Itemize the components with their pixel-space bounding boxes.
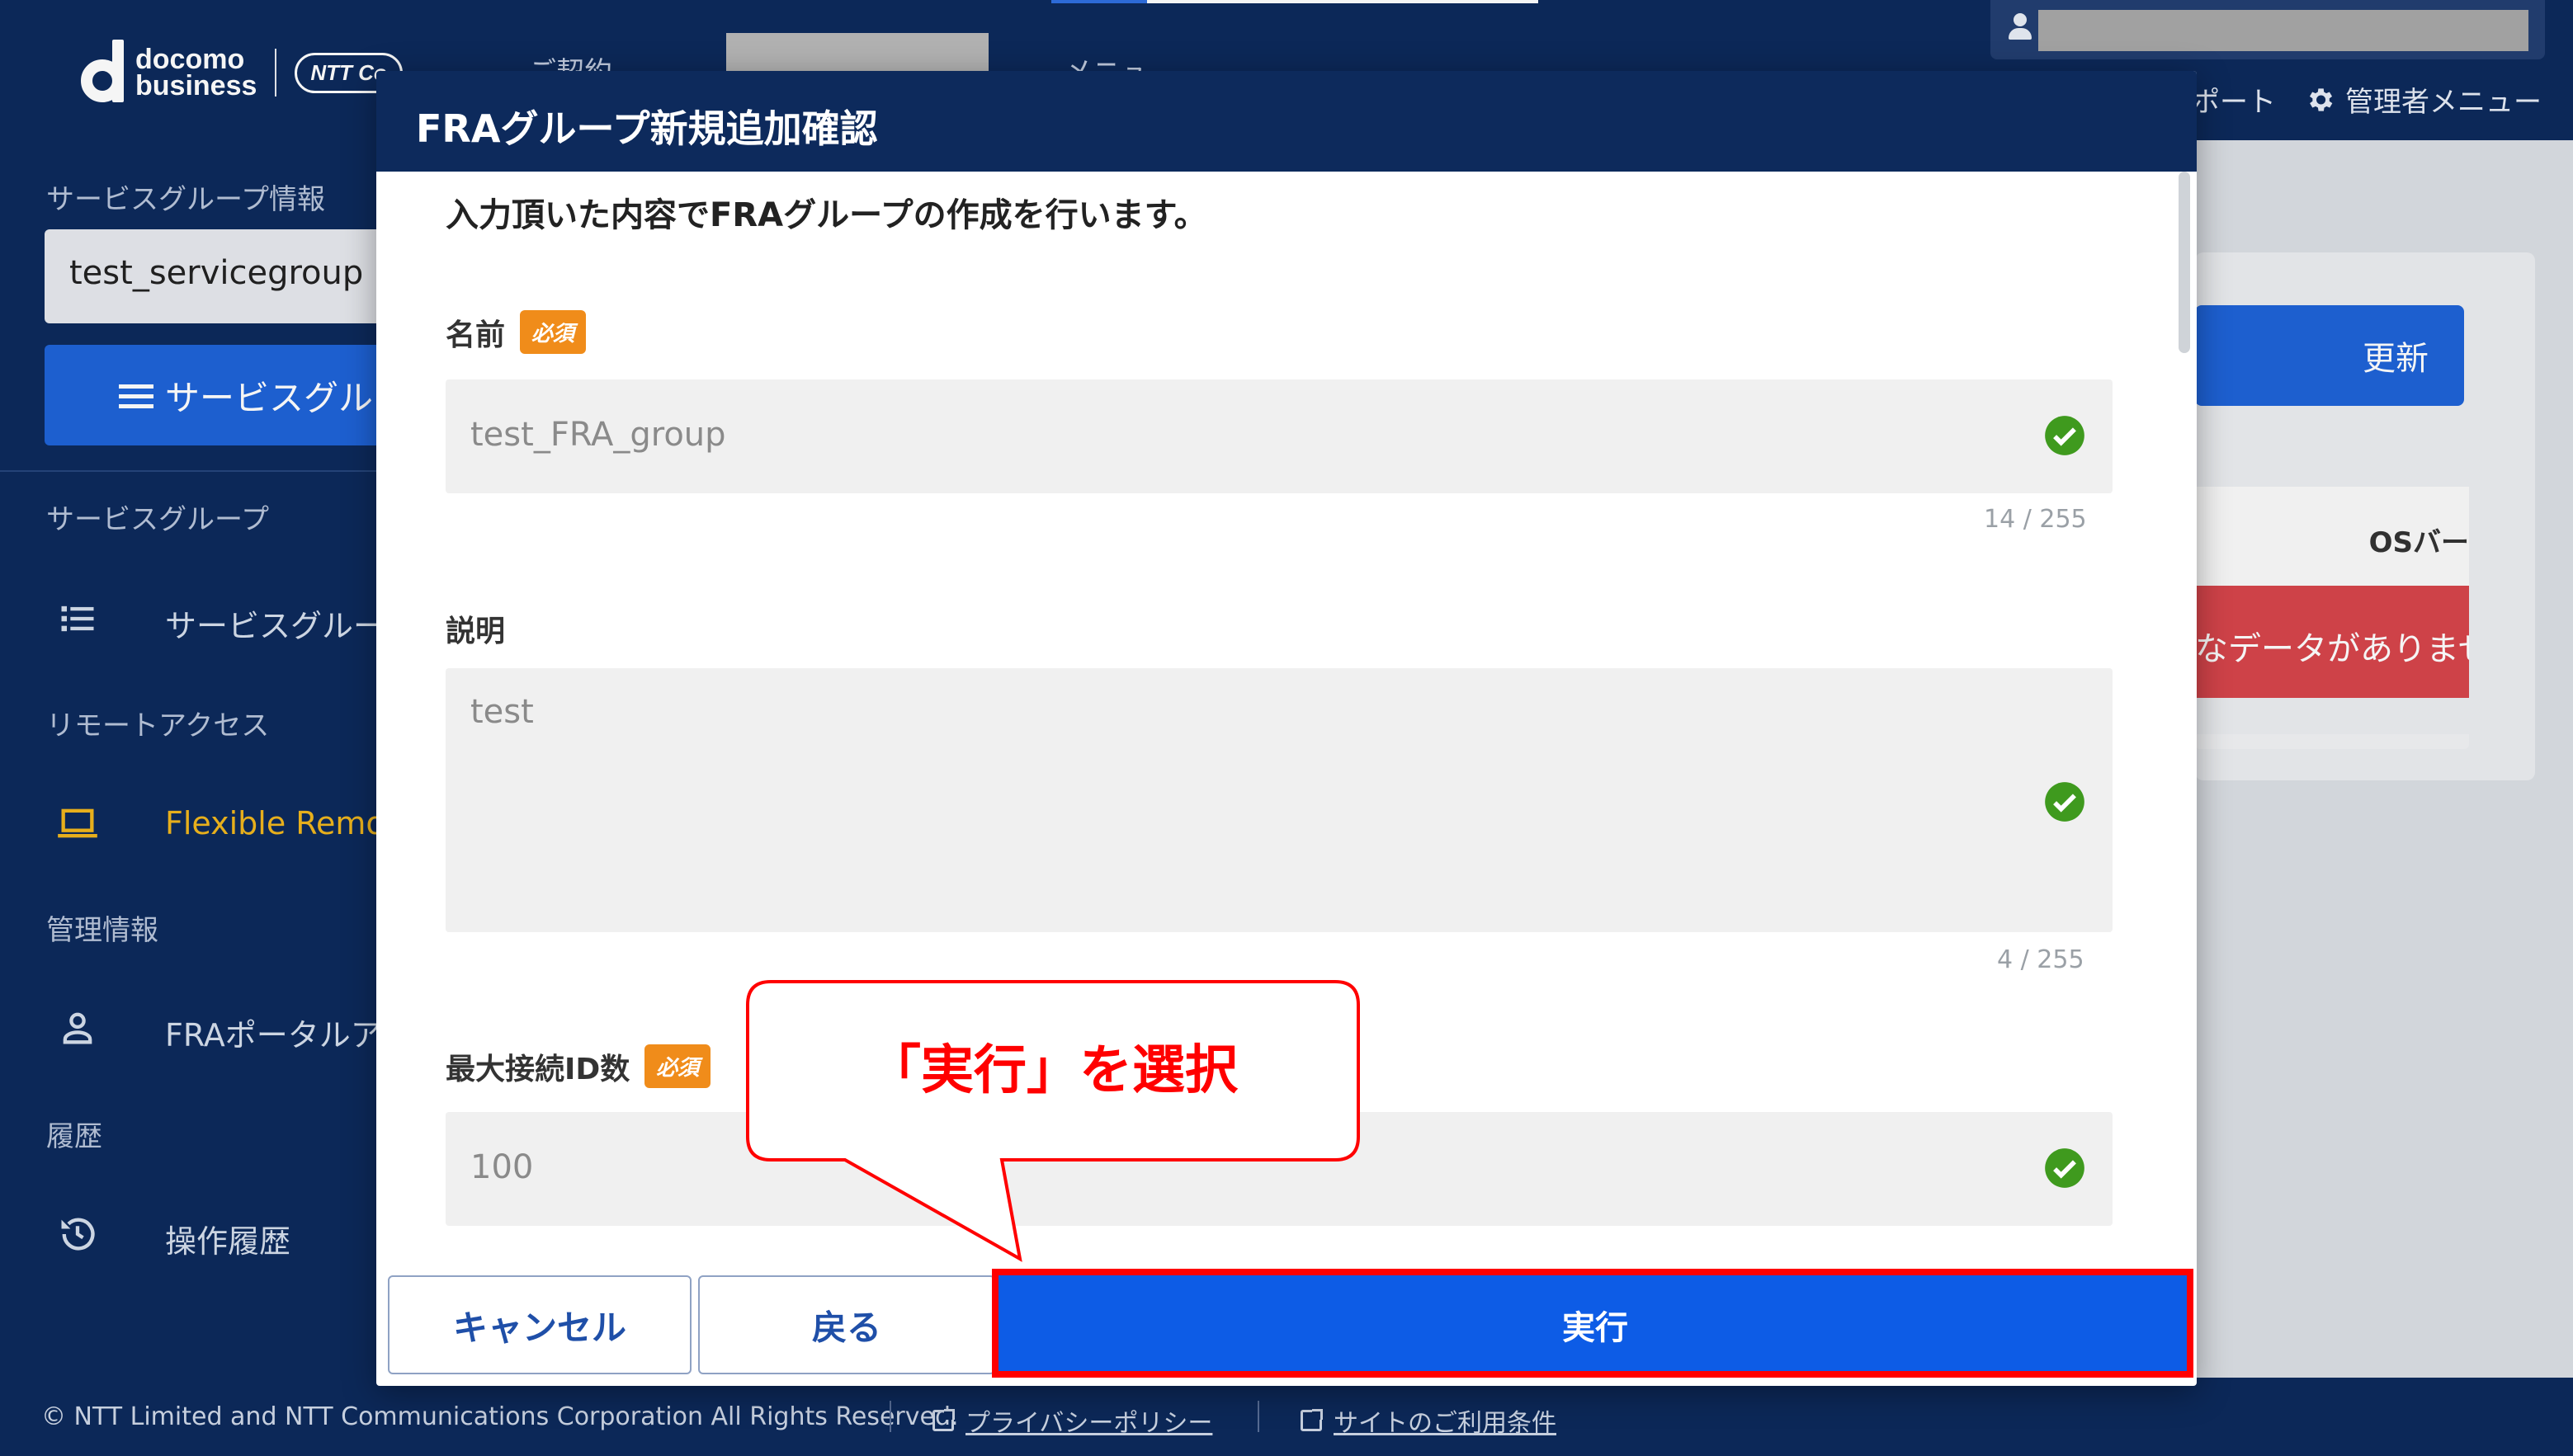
required-badge: 必須	[520, 310, 587, 354]
dialog-intro-text: 入力頂いた内容でFRAグループの作成を行います。	[446, 196, 1207, 234]
app-root: docomo business NTT Co ご契約 メニュ ポート 管理者メニ…	[0, 0, 2573, 1456]
name-field: test_FRA_group	[446, 379, 2113, 493]
check-circle-icon	[2045, 1148, 2084, 1188]
cancel-button-label: キャンセル	[452, 1307, 626, 1348]
callout-bubble-shape	[746, 980, 1360, 1262]
description-label-text: 説明	[446, 615, 506, 648]
callout-text: 「実行」を選択	[868, 1040, 1238, 1101]
highlight-frame	[992, 1269, 2193, 1378]
instruction-callout: 「実行」を選択	[746, 980, 1360, 1262]
cancel-button[interactable]: キャンセル	[388, 1275, 692, 1374]
description-field-value: test	[470, 693, 534, 731]
max-connections-field-value: 100	[470, 1148, 534, 1186]
description-char-counter: 4 / 255	[1997, 945, 2084, 974]
required-badge: 必須	[644, 1044, 711, 1088]
name-field-value: test_FRA_group	[470, 416, 726, 454]
dialog-scrollbar[interactable]	[2179, 172, 2190, 353]
name-char-counter: 14 / 255	[1984, 505, 2087, 534]
name-field-label: 名前 必須	[446, 310, 587, 354]
back-button-label: 戻る	[811, 1307, 881, 1348]
back-button[interactable]: 戻る	[698, 1275, 995, 1374]
description-field: test	[446, 668, 2113, 932]
max-connections-field-label: 最大接続ID数 必須	[446, 1044, 711, 1088]
max-connections-label-text: 最大接続ID数	[446, 1052, 630, 1086]
check-circle-icon	[2045, 782, 2084, 822]
description-field-label: 説明	[446, 607, 505, 650]
check-circle-icon	[2045, 416, 2084, 455]
name-label-text: 名前	[446, 318, 506, 352]
dialog-title: FRAグループ新規追加確認	[376, 71, 2197, 172]
